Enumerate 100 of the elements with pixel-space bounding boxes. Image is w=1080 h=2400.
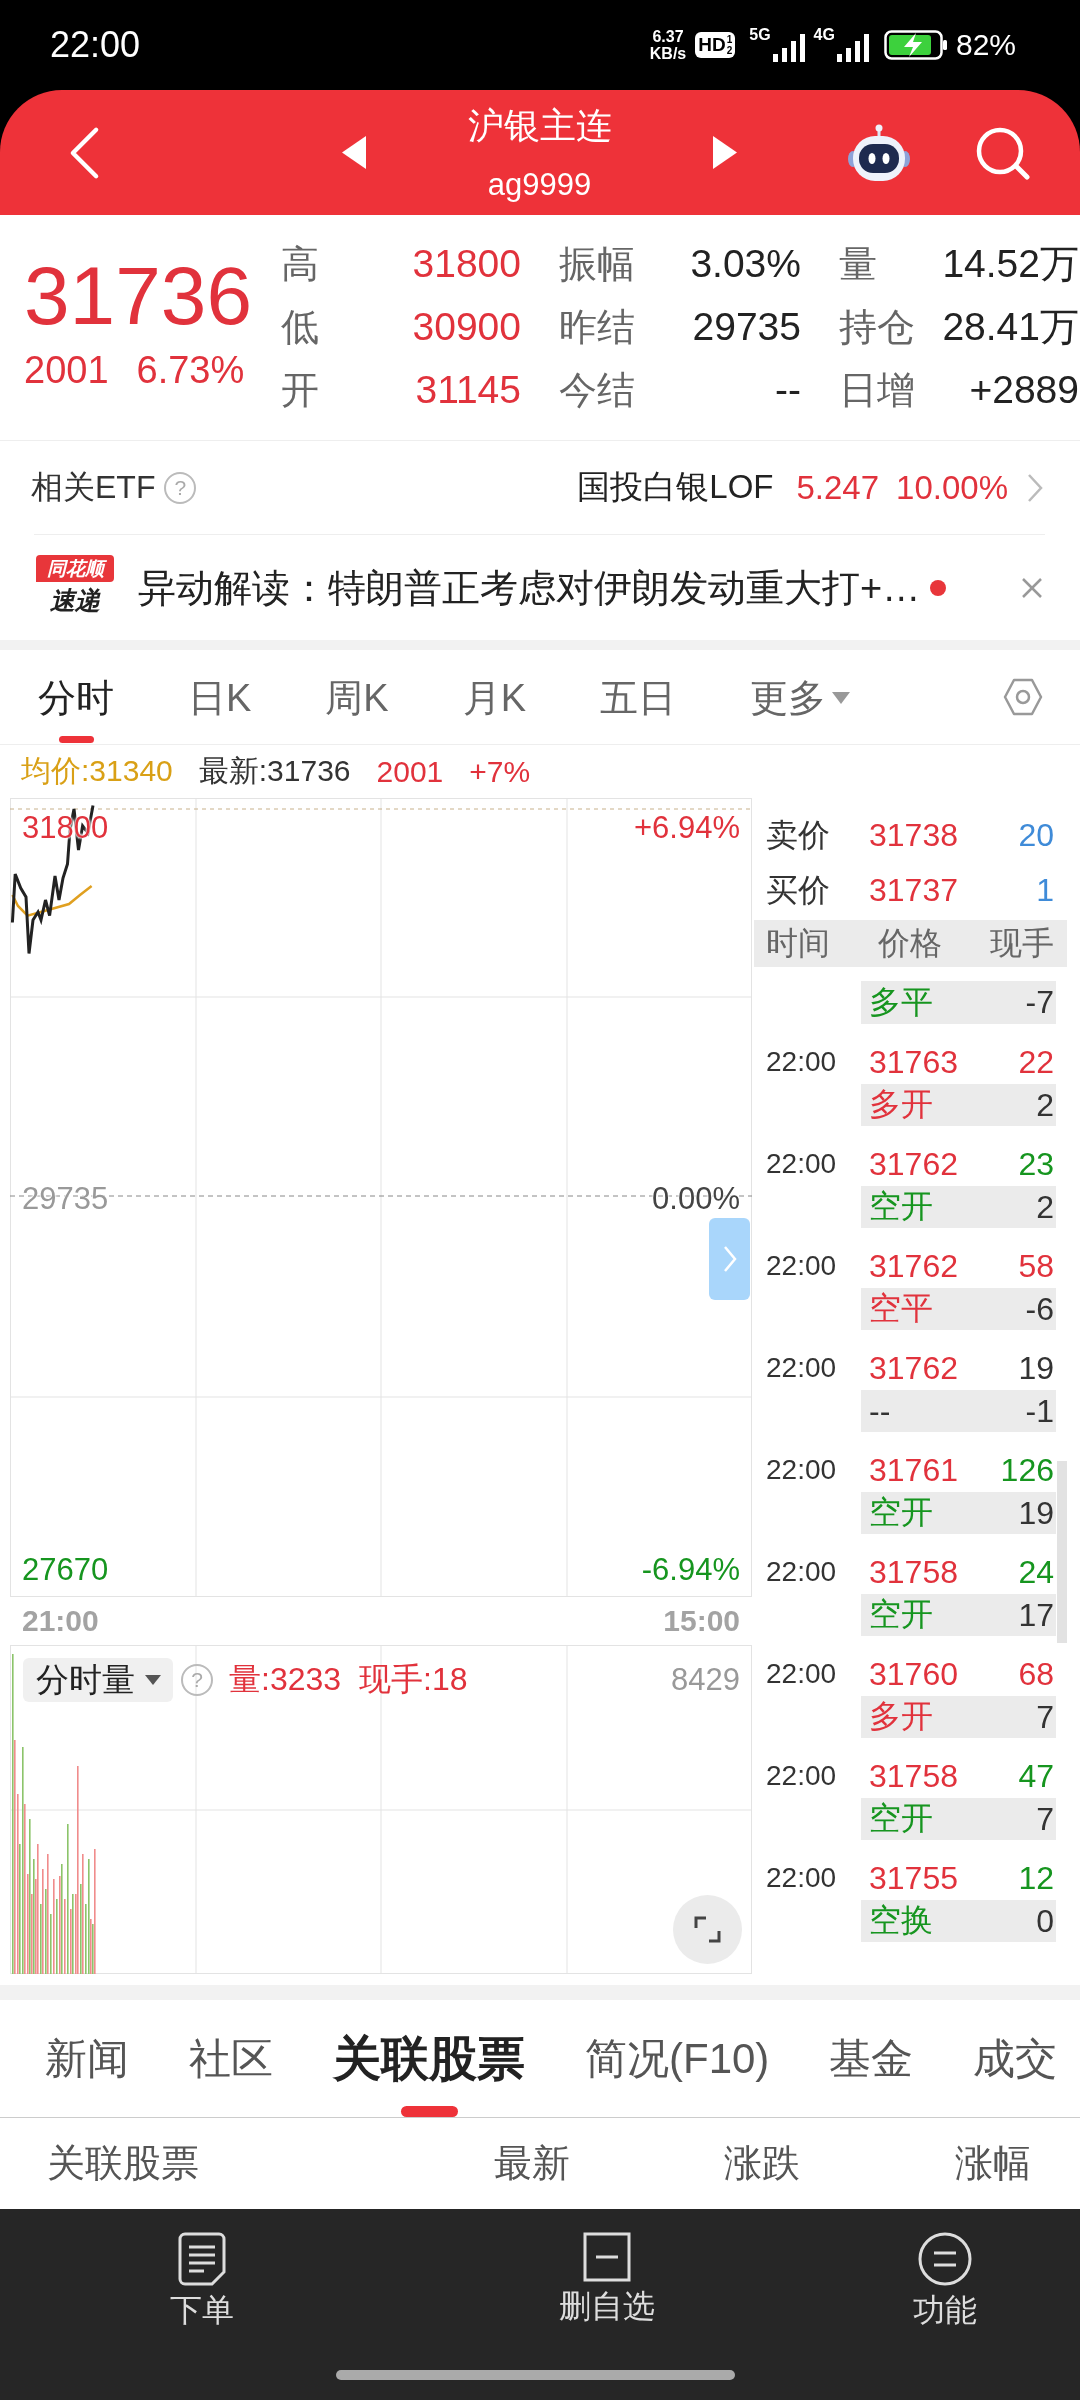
contract-name: 沪银主连	[467, 104, 612, 148]
current-hand-reading: 现手:18	[359, 1660, 468, 1699]
column-header: 涨幅	[955, 2141, 1032, 2186]
stat-label: 开	[281, 367, 319, 413]
stat-value: 31800	[412, 240, 521, 287]
order-book-price: 31737	[869, 872, 958, 909]
price-change: 2001	[376, 754, 444, 789]
network-type-label: 5G	[749, 27, 771, 43]
info-tab[interactable]: 简况(F10)	[585, 2000, 770, 2117]
trade-time: 22:00	[766, 1250, 838, 1282]
search-icon[interactable]	[975, 125, 1031, 180]
trade-volume: 47	[1018, 1757, 1054, 1795]
functions-button[interactable]: 功能	[913, 2232, 977, 2330]
price-axis-label: 27670	[22, 1551, 109, 1589]
trade-type: 多开	[869, 1697, 933, 1736]
info-tab[interactable]: 基金	[829, 2000, 914, 2117]
latest-price: 最新:31736	[198, 753, 351, 789]
trade-hand: 17	[1018, 1596, 1054, 1634]
trade-volume: 23	[1018, 1145, 1054, 1183]
trade-volume: 24	[1018, 1553, 1054, 1591]
chart-period-tab[interactable]: 周K	[325, 650, 389, 743]
trade-hand: 2	[1036, 1086, 1054, 1124]
info-tab[interactable]: 社区	[189, 2000, 273, 2117]
trade-type: 空开	[869, 1595, 933, 1634]
order-book-price: 31738	[869, 817, 958, 854]
time-axis-label: 21:00	[22, 1604, 99, 1638]
column-header: 最新	[494, 2141, 571, 2186]
info-tab[interactable]: 关联股票	[333, 2000, 525, 2117]
time-axis-label: 15:00	[663, 1604, 740, 1638]
chart-period-tab[interactable]: 月K	[462, 650, 527, 743]
battery-icon	[883, 30, 948, 60]
stat-label: 日增	[839, 367, 915, 413]
trade-hand: -6	[1025, 1290, 1054, 1328]
trade-time: 22:00	[766, 1658, 838, 1690]
etf-percent-change: 10.00%	[896, 468, 1008, 507]
trade-type: 空开	[869, 1187, 933, 1226]
news-source-logo: 同花顺 速递	[36, 554, 114, 621]
trade-hand: 0	[1036, 1902, 1054, 1940]
caret-left-icon[interactable]	[342, 136, 366, 169]
close-icon[interactable]	[1021, 576, 1043, 599]
info-tab[interactable]: 成交	[973, 2000, 1058, 2117]
trade-time: 22:00	[766, 1454, 838, 1486]
volume-indicator-dropdown[interactable]: 分时量	[23, 1658, 173, 1702]
stat-value: 14.52万	[942, 240, 1079, 287]
network-speed: 6.37 KB/s	[649, 28, 687, 62]
chart-period-tab[interactable]: 五日	[600, 650, 677, 743]
remove-watchlist-button[interactable]: 删自选	[559, 2232, 655, 2326]
trade-price: 31761	[869, 1451, 958, 1489]
caret-down-icon	[145, 1675, 161, 1685]
stat-value: +2889	[969, 366, 1079, 413]
caret-right-icon[interactable]	[713, 136, 737, 169]
trade-hand: 19	[1018, 1494, 1054, 1532]
menu-circle-icon	[918, 2232, 972, 2286]
trade-type: 空开	[869, 1493, 933, 1532]
contract-code: ag9999	[487, 166, 592, 204]
chart-period-tab[interactable]: 更多	[750, 650, 851, 743]
chart-period-tab[interactable]: 分时	[38, 650, 114, 743]
stat-value: 28.41万	[942, 303, 1079, 350]
trade-hand: 2	[1036, 1188, 1054, 1226]
document-icon	[178, 2232, 226, 2286]
stat-value: 30900	[412, 303, 521, 350]
robot-icon[interactable]	[847, 123, 911, 182]
expand-icon[interactable]	[673, 1895, 742, 1964]
etf-name[interactable]: 国投白银LOF	[577, 465, 774, 510]
average-price: 均价:31340	[21, 753, 173, 789]
network-type-label: 4G	[813, 27, 835, 43]
news-headline[interactable]: 异动解读：特朗普正考虑对伊朗发动重大打+…	[138, 564, 921, 611]
stat-label: 持仓	[839, 304, 915, 350]
settings-icon[interactable]	[1003, 677, 1043, 717]
trade-hand: 7	[1036, 1698, 1054, 1736]
trade-price: 31755	[869, 1859, 958, 1897]
trade-time: 22:00	[766, 1760, 838, 1792]
chevron-right-icon	[722, 1245, 737, 1273]
trade-volume: 126	[1000, 1451, 1054, 1489]
info-tab[interactable]: 新闻	[45, 2000, 129, 2117]
trade-price: 31758	[869, 1553, 958, 1591]
panel-toggle-button[interactable]	[709, 1218, 750, 1300]
trade-time: 22:00	[766, 1862, 838, 1894]
order-book-label: 卖价	[766, 815, 831, 855]
trade-volume: 22	[1018, 1043, 1054, 1081]
caret-down-icon	[832, 692, 851, 704]
trade-price: 31762	[869, 1247, 958, 1285]
trade-time: 22:00	[766, 1046, 838, 1078]
trade-hand: 7	[1036, 1800, 1054, 1838]
scrollbar-thumb[interactable]	[1057, 1461, 1067, 1643]
related-etf-label: 相关ETF	[31, 467, 156, 507]
trade-price: 31758	[869, 1757, 958, 1795]
price-change: 2001	[24, 348, 109, 393]
battery-percentage: 82%	[955, 28, 1016, 62]
percent-axis-label: +6.94%	[634, 809, 740, 847]
stat-label: 量	[839, 241, 877, 287]
back-icon[interactable]	[69, 125, 100, 180]
column-header: 关联股票	[47, 2141, 200, 2186]
trade-type: 空平	[869, 1289, 933, 1328]
trade-price: 31762	[869, 1349, 958, 1387]
trade-type: 空开	[869, 1799, 933, 1838]
chevron-right-icon[interactable]	[1027, 472, 1043, 503]
trade-type: 空换	[869, 1901, 933, 1940]
chart-period-tab[interactable]: 日K	[188, 650, 252, 743]
order-button[interactable]: 下单	[170, 2232, 234, 2330]
